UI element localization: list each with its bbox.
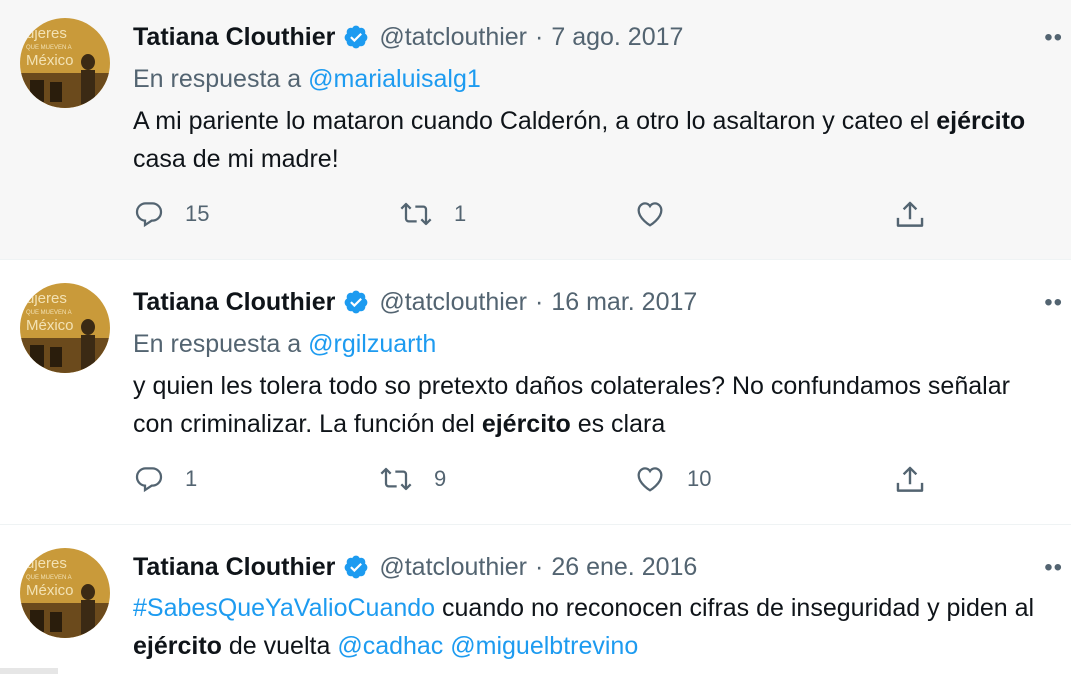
hashtag-link[interactable]: #SabesQueYaValioCuando (133, 594, 435, 622)
avatar-text-2: QUE MUEVEN A (26, 575, 72, 581)
more-horizontal-icon[interactable]: •• (1044, 24, 1063, 52)
separator-dot: · (535, 552, 544, 581)
share-icon (896, 201, 924, 227)
tweet-actions: 15 1 (133, 198, 933, 238)
share-button[interactable] (893, 198, 927, 232)
tweet-header: Tatiana Clouthier @tatclouthier · 7 ago.… (133, 22, 1062, 52)
tweet-feed: ujeres QUE MUEVEN A México Tatiana Clout… (0, 0, 1071, 674)
tweet-date[interactable]: 7 ago. 2017 (551, 23, 683, 52)
scroll-corner (0, 668, 58, 674)
tweet-actions: 1 9 10 (133, 463, 933, 503)
retweet-icon (400, 202, 432, 226)
tweet-text: y quien les tolera todo so pretexto daño… (133, 367, 1041, 443)
tweet-text-part: de vuelta (228, 632, 331, 660)
reply-button[interactable]: 15 (133, 198, 209, 230)
author-handle[interactable]: @tatclouthier (379, 23, 527, 52)
avatar-text-1: ujeres (26, 25, 67, 42)
tweet-text-part: y quien les tolera todo so pretexto daño… (133, 372, 1010, 438)
avatar-text-1: ujeres (26, 555, 67, 572)
tweet-text: A mi pariente lo mataron cuando Calderón… (133, 102, 1041, 178)
share-button[interactable] (893, 463, 927, 497)
like-count: 10 (687, 466, 712, 491)
avatar-text-2: QUE MUEVEN A (26, 45, 72, 51)
reply-prefix: En respuesta a (133, 330, 302, 358)
verified-badge-icon (343, 24, 369, 50)
retweet-button[interactable]: 1 (398, 198, 466, 230)
tweet-text-keyword: ejército (936, 107, 1026, 135)
tweet-content: Tatiana Clouthier @tatclouthier · 16 mar… (133, 287, 1062, 443)
retweet-count: 9 (434, 466, 447, 491)
like-button[interactable] (633, 198, 687, 230)
tweet[interactable]: ujeres QUE MUEVEN A México Tatiana Clout… (0, 525, 1071, 674)
tweet-content: Tatiana Clouthier @tatclouthier · 7 ago.… (133, 22, 1062, 178)
more-horizontal-icon[interactable]: •• (1044, 289, 1063, 317)
avatar-image: ujeres QUE MUEVEN A México (20, 18, 110, 108)
share-icon (896, 466, 924, 492)
mention-link[interactable]: @miguelbtrevino (450, 632, 638, 660)
author-handle[interactable]: @tatclouthier (379, 553, 527, 582)
author-handle[interactable]: @tatclouthier (379, 288, 527, 317)
verified-badge-icon (343, 289, 369, 315)
reply-to-mention[interactable]: @rgilzuarth (308, 330, 436, 358)
avatar[interactable]: ujeres QUE MUEVEN A México (20, 283, 110, 373)
reply-count: 15 (185, 201, 210, 226)
mention-link[interactable]: @cadhac (337, 632, 443, 660)
avatar-text-3: México (26, 317, 74, 334)
heart-icon (637, 202, 663, 227)
reply-button[interactable]: 1 (133, 463, 197, 495)
retweet-button[interactable]: 9 (378, 463, 446, 495)
reply-icon (135, 202, 163, 228)
tweet-text-keyword: ejército (133, 632, 222, 660)
retweet-count: 1 (454, 201, 467, 226)
retweet-icon (380, 467, 412, 491)
reply-context: En respuesta a @rgilzuarth (133, 329, 1041, 359)
reply-prefix: En respuesta a (133, 65, 302, 93)
tweet-date[interactable]: 16 mar. 2017 (551, 288, 697, 317)
reply-context: En respuesta a @marialuisalg1 (133, 64, 1041, 94)
author-name[interactable]: Tatiana Clouthier (133, 553, 335, 582)
author-name[interactable]: Tatiana Clouthier (133, 23, 335, 52)
tweet[interactable]: ujeres QUE MUEVEN A México Tatiana Clout… (0, 260, 1071, 525)
reply-count: 1 (185, 466, 198, 491)
more-horizontal-icon[interactable]: •• (1044, 554, 1063, 582)
reply-to-mention[interactable]: @marialuisalg1 (308, 65, 481, 93)
avatar-image: ujeres QUE MUEVEN A México (20, 283, 110, 373)
avatar-text-3: México (26, 52, 74, 69)
like-button[interactable]: 10 (633, 463, 711, 495)
tweet-text-part: cuando no reconocen cifras de insegurida… (442, 594, 1035, 622)
avatar-image: ujeres QUE MUEVEN A México (20, 548, 110, 638)
tweet-header: Tatiana Clouthier @tatclouthier · 16 mar… (133, 287, 1062, 317)
tweet[interactable]: ujeres QUE MUEVEN A México Tatiana Clout… (0, 0, 1071, 260)
tweet-content: Tatiana Clouthier @tatclouthier · 26 ene… (133, 552, 1062, 665)
tweet-date[interactable]: 26 ene. 2016 (551, 553, 697, 582)
tweet-text-keyword: ejército (481, 410, 571, 438)
heart-icon (637, 467, 663, 492)
tweet-text: #SabesQueYaValioCuando cuando no reconoc… (133, 589, 1041, 665)
tweet-text-part: casa de mi madre! (133, 145, 339, 173)
avatar-text-3: México (26, 582, 74, 599)
avatar[interactable]: ujeres QUE MUEVEN A México (20, 548, 110, 638)
tweet-header: Tatiana Clouthier @tatclouthier · 26 ene… (133, 552, 1062, 582)
separator-dot: · (535, 287, 544, 316)
separator-dot: · (535, 22, 544, 51)
avatar[interactable]: ujeres QUE MUEVEN A México (20, 18, 110, 108)
avatar-text-1: ujeres (26, 290, 67, 307)
author-name[interactable]: Tatiana Clouthier (133, 288, 335, 317)
verified-badge-icon (343, 554, 369, 580)
avatar-text-2: QUE MUEVEN A (26, 310, 72, 316)
tweet-text-part: A mi pariente lo mataron cuando Calderón… (133, 107, 930, 135)
tweet-text-part: es clara (577, 410, 666, 438)
reply-icon (135, 467, 163, 493)
